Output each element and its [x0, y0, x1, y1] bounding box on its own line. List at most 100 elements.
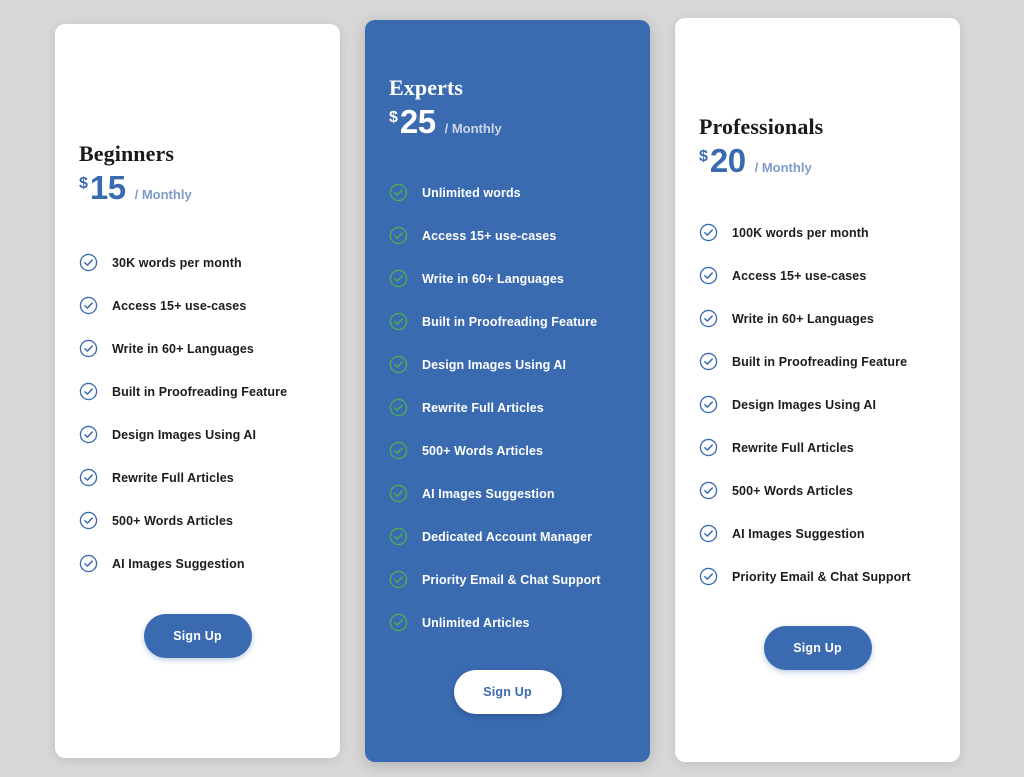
feature-item: Rewrite Full Articles: [79, 456, 316, 499]
feature-item: Write in 60+ Languages: [79, 327, 316, 370]
price-amount: 25: [399, 103, 436, 141]
feature-label: Built in Proofreading Feature: [112, 384, 288, 399]
feature-label: Rewrite Full Articles: [422, 400, 544, 415]
check-circle-icon: [389, 527, 408, 546]
feature-label: AI Images Suggestion: [112, 556, 245, 571]
check-circle-icon: [79, 425, 98, 444]
check-circle-icon: [699, 266, 718, 285]
pricing-page: Beginners $ 15 / Monthly 30K words per m…: [0, 0, 1024, 777]
currency-symbol: $: [79, 175, 88, 193]
check-circle-icon: [389, 226, 408, 245]
feature-label: Unlimited words: [422, 185, 521, 200]
check-circle-icon: [699, 352, 718, 371]
check-circle-icon: [389, 570, 408, 589]
plan-header: Beginners $ 15 / Monthly: [55, 24, 340, 204]
feature-label: Rewrite Full Articles: [112, 470, 234, 485]
feature-item: Rewrite Full Articles: [389, 386, 626, 429]
check-circle-icon: [699, 438, 718, 457]
feature-list: 100K words per month Access 15+ use-cases…: [675, 211, 960, 598]
feature-label: 100K words per month: [732, 225, 869, 240]
check-circle-icon: [389, 613, 408, 632]
plan-title: Beginners: [79, 141, 175, 166]
cta-container: Sign Up: [675, 626, 960, 671]
feature-item: Design Images Using AI: [389, 343, 626, 386]
feature-label: Built in Proofreading Feature: [732, 354, 908, 369]
check-circle-icon: [389, 312, 408, 331]
feature-label: Rewrite Full Articles: [732, 440, 854, 455]
feature-label: 30K words per month: [112, 255, 242, 270]
sign-up-button[interactable]: Sign Up: [763, 626, 872, 671]
currency-symbol: $: [389, 109, 398, 127]
feature-list: 30K words per month Access 15+ use-cases W…: [55, 241, 340, 585]
check-circle-icon: [79, 253, 98, 272]
feature-item: AI Images Suggestion: [79, 542, 316, 585]
check-circle-icon: [389, 183, 408, 202]
check-circle-icon: [699, 567, 718, 586]
feature-label: Design Images Using AI: [732, 397, 877, 412]
plan-header: Professionals $ 20 / Monthly: [675, 18, 960, 177]
feature-item: 100K words per month: [699, 211, 936, 254]
feature-item: 500+ Words Articles: [699, 469, 936, 512]
feature-item: Access 15+ use-cases: [699, 254, 936, 297]
feature-label: Write in 60+ Languages: [112, 341, 254, 356]
check-circle-icon: [699, 524, 718, 543]
feature-label: Write in 60+ Languages: [422, 271, 564, 286]
pricing-card-experts: Experts $ 25 / Monthly Unlimited words Ac…: [365, 20, 650, 762]
feature-item: Priority Email & Chat Support: [699, 555, 936, 598]
pricing-card-beginners: Beginners $ 15 / Monthly 30K words per m…: [55, 24, 340, 758]
feature-label: Access 15+ use-cases: [732, 268, 867, 283]
feature-item: Access 15+ use-cases: [389, 214, 626, 257]
check-circle-icon: [389, 398, 408, 417]
feature-item: AI Images Suggestion: [699, 512, 936, 555]
check-circle-icon: [79, 382, 98, 401]
feature-label: Priority Email & Chat Support: [732, 569, 911, 584]
feature-label: Write in 60+ Languages: [732, 311, 874, 326]
feature-label: Access 15+ use-cases: [422, 228, 557, 243]
check-circle-icon: [699, 309, 718, 328]
check-circle-icon: [79, 511, 98, 530]
feature-item: Priority Email & Chat Support: [389, 558, 626, 601]
cta-container: Sign Up: [55, 614, 340, 659]
feature-item: Rewrite Full Articles: [699, 426, 936, 469]
billing-period: / Monthly: [754, 160, 812, 176]
check-circle-icon: [79, 554, 98, 573]
pricing-card-professionals: Professionals $ 20 / Monthly 100K words …: [675, 18, 960, 762]
plan-title: Experts: [389, 75, 464, 100]
check-circle-icon: [389, 269, 408, 288]
feature-item: 500+ Words Articles: [79, 499, 316, 542]
feature-item: 30K words per month: [79, 241, 316, 284]
feature-item: Access 15+ use-cases: [79, 284, 316, 327]
feature-label: Dedicated Account Manager: [422, 529, 593, 544]
feature-item: Built in Proofreading Feature: [699, 340, 936, 383]
price-amount: 20: [709, 142, 746, 180]
check-circle-icon: [389, 484, 408, 503]
feature-item: Built in Proofreading Feature: [79, 370, 316, 413]
feature-item: AI Images Suggestion: [389, 472, 626, 515]
check-circle-icon: [389, 355, 408, 374]
plan-price: $ 25 / Monthly: [389, 105, 626, 138]
feature-label: AI Images Suggestion: [422, 486, 555, 501]
plan-title: Professionals: [699, 114, 824, 139]
check-circle-icon: [699, 395, 718, 414]
feature-label: 500+ Words Articles: [732, 483, 854, 498]
sign-up-button[interactable]: Sign Up: [143, 614, 252, 659]
feature-item: Unlimited words: [389, 171, 626, 214]
cta-container: Sign Up: [365, 670, 650, 715]
feature-item: Design Images Using AI: [699, 383, 936, 426]
feature-label: Design Images Using AI: [422, 357, 567, 372]
feature-item: Write in 60+ Languages: [389, 257, 626, 300]
feature-label: Priority Email & Chat Support: [422, 572, 601, 587]
feature-item: Built in Proofreading Feature: [389, 300, 626, 343]
feature-label: 500+ Words Articles: [422, 443, 544, 458]
price-amount: 15: [89, 169, 126, 207]
billing-period: / Monthly: [134, 187, 192, 203]
sign-up-button[interactable]: Sign Up: [453, 670, 562, 715]
billing-period: / Monthly: [444, 121, 502, 137]
currency-symbol: $: [699, 148, 708, 166]
feature-label: 500+ Words Articles: [112, 513, 234, 528]
feature-label: Access 15+ use-cases: [112, 298, 247, 313]
feature-item: Write in 60+ Languages: [699, 297, 936, 340]
feature-label: Design Images Using AI: [112, 427, 257, 442]
feature-list: Unlimited words Access 15+ use-cases Write…: [365, 171, 650, 644]
check-circle-icon: [79, 339, 98, 358]
